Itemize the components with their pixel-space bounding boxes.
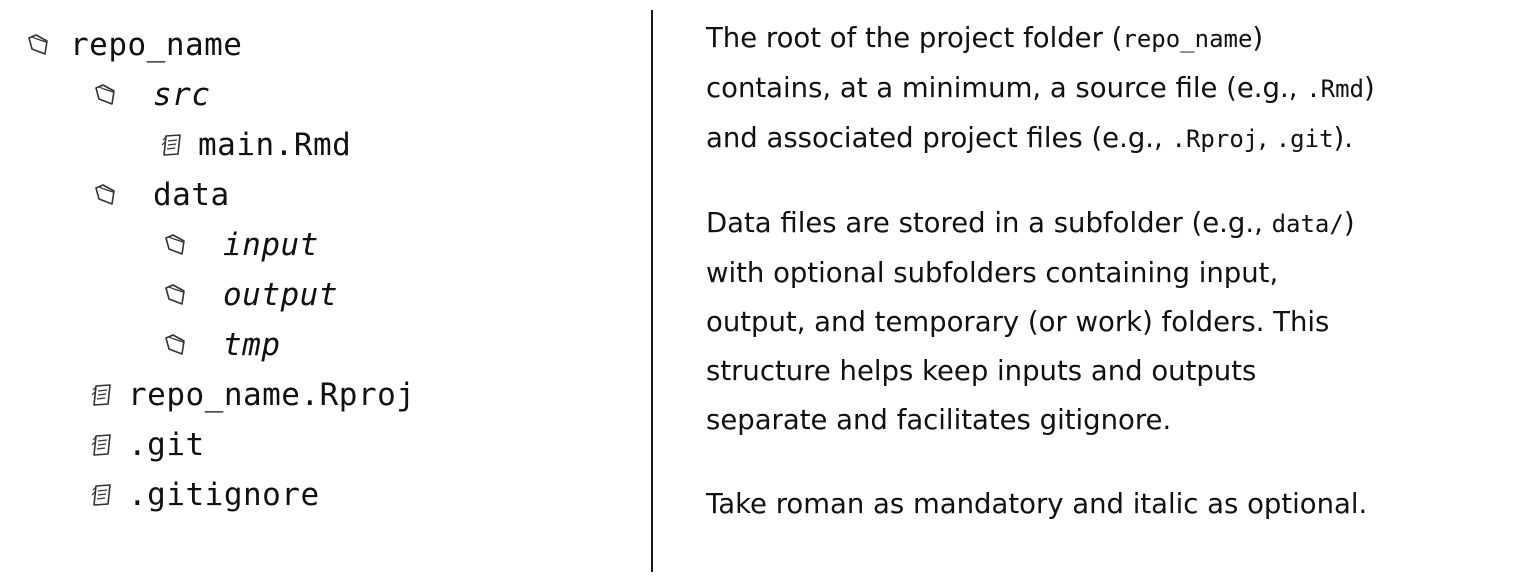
text-line: Take roman as mandatory and italic as op…: [706, 488, 1368, 520]
tree-item-label: tmp: [223, 326, 281, 363]
file-icon: [160, 132, 184, 158]
file-icon: [90, 482, 114, 508]
text: ,: [1258, 122, 1276, 154]
code-text: repo_name: [1122, 25, 1253, 53]
tree-item-label: data: [153, 176, 230, 213]
tree-item-output[interactable]: output: [163, 270, 338, 320]
tree-item-label: main.Rmd: [198, 126, 352, 163]
folder-icon: [93, 82, 117, 108]
text-line: structure helps keep inputs and outputs: [706, 355, 1257, 387]
file-icon: [90, 432, 114, 458]
text: ): [1252, 22, 1264, 54]
tree-item-rproj[interactable]: repo_name.Rproj: [90, 370, 415, 420]
text: ): [1364, 72, 1375, 104]
paragraph-root: The root of the project folder (repo_nam…: [706, 14, 1526, 164]
divider-line: [651, 10, 653, 572]
tree-item-label: input: [223, 226, 319, 263]
file-icon: [90, 382, 114, 408]
text-line: and associated project files (e.g., .Rpr…: [706, 114, 1526, 164]
folder-icon: [163, 282, 187, 308]
code-text: data/: [1271, 210, 1344, 238]
text: Data files are stored in a subfolder (e.…: [706, 207, 1272, 239]
paragraph-legend: Take roman as mandatory and italic as op…: [706, 480, 1526, 529]
text-line: contains, at a minimum, a source file (e…: [706, 64, 1526, 114]
description-panel: The root of the project folder (repo_nam…: [706, 14, 1526, 564]
tree-item-src[interactable]: src: [93, 70, 211, 120]
folder-icon: [93, 182, 117, 208]
tree-item-data[interactable]: data: [93, 170, 230, 220]
text-line: Data files are stored in a subfolder (e.…: [706, 199, 1526, 249]
folder-tree: repo_name src main.Rmd data input output: [0, 0, 640, 582]
text: and associated project files (e.g.,: [706, 122, 1172, 154]
tree-item-git[interactable]: .git: [90, 420, 205, 470]
text: ).: [1333, 122, 1353, 154]
text-line: separate and facilitates gitignore.: [706, 404, 1172, 436]
tree-item-input[interactable]: input: [163, 220, 319, 270]
tree-item-label: repo_name.Rproj: [128, 376, 416, 413]
tree-item-label: src: [153, 76, 211, 113]
text: The root of the project folder (: [706, 22, 1123, 54]
folder-icon: [163, 232, 187, 258]
text-line: The root of the project folder (repo_nam…: [706, 14, 1526, 64]
tree-item-repo-name[interactable]: repo_name: [26, 20, 242, 70]
folder-icon: [163, 332, 187, 358]
text: ): [1343, 207, 1355, 239]
tree-item-main-rmd[interactable]: main.Rmd: [160, 120, 351, 170]
tree-item-label: repo_name: [70, 26, 243, 63]
folder-icon: [26, 32, 50, 58]
text-line: output, and temporary (or work) folders.…: [706, 306, 1330, 338]
tree-item-gitignore[interactable]: .gitignore: [90, 470, 320, 520]
tree-item-tmp[interactable]: tmp: [163, 320, 281, 370]
text: contains, at a minimum, a source file (e…: [706, 72, 1307, 104]
tree-item-label: output: [223, 276, 338, 313]
code-text: .Rmd: [1306, 75, 1364, 103]
text-line: with optional subfolders containing inpu…: [706, 257, 1279, 289]
tree-item-label: .git: [128, 426, 205, 463]
code-text: .git: [1275, 125, 1334, 153]
tree-item-label: .gitignore: [128, 476, 320, 513]
paragraph-data: Data files are stored in a subfolder (e.…: [706, 199, 1526, 445]
code-text: .Rproj: [1171, 125, 1259, 153]
